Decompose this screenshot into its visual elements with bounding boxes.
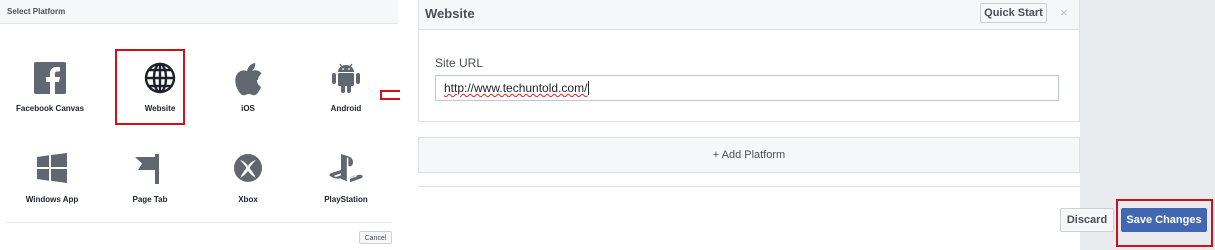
close-icon[interactable]: ×: [1060, 5, 1068, 20]
platform-label: Android: [330, 104, 362, 113]
platform-xbox[interactable]: Xbox: [203, 143, 293, 223]
site-url-input[interactable]: http://www.techuntold.com/​: [435, 75, 1059, 101]
windows-icon: [7, 153, 97, 187]
website-platform-card: Website Quick Start × Site URL http://ww…: [418, 0, 1080, 122]
platform-ios[interactable]: iOS: [203, 52, 293, 132]
platform-playstation[interactable]: PlayStation: [301, 143, 391, 223]
dialog-title: Select Platform: [0, 0, 398, 24]
platform-label: iOS: [241, 104, 255, 113]
platform-label: PlayStation: [324, 195, 368, 204]
save-highlight-box: [1116, 199, 1213, 247]
platform-label: Website: [144, 104, 176, 113]
platform-label: Facebook Canvas: [15, 104, 85, 113]
globe-icon: [115, 62, 205, 96]
card-header: Website Quick Start ×: [419, 0, 1079, 30]
select-platform-dialog: Select Platform Facebook Canvas Website …: [0, 0, 398, 250]
discard-button[interactable]: Discard: [1060, 208, 1114, 232]
platform-page-tab[interactable]: Page Tab: [105, 143, 195, 223]
apple-icon: [203, 62, 293, 96]
playstation-icon: [301, 153, 391, 187]
android-icon: [301, 62, 391, 96]
divider: [6, 222, 392, 223]
site-url-label: Site URL: [435, 56, 484, 70]
cancel-button[interactable]: Cancel: [359, 231, 392, 244]
app-settings-panel: Website Quick Start × Site URL http://ww…: [400, 0, 1215, 250]
xbox-icon: [203, 153, 293, 187]
flag-icon: [105, 153, 195, 187]
platform-label: Xbox: [238, 195, 258, 204]
text-cursor: ​: [588, 81, 590, 95]
add-platform-button[interactable]: + Add Platform: [418, 137, 1080, 173]
platform-website[interactable]: Website: [95, 49, 185, 132]
divider: [418, 186, 1080, 187]
platform-label: Windows App: [25, 195, 79, 204]
site-url-value: http://www.techuntold.com/: [444, 81, 588, 95]
platform-android[interactable]: Android: [301, 52, 391, 132]
facebook-icon: [5, 62, 95, 96]
platform-label: Page Tab: [132, 195, 168, 204]
platform-facebook-canvas[interactable]: Facebook Canvas: [5, 52, 95, 132]
card-title: Website: [425, 6, 475, 21]
quick-start-button[interactable]: Quick Start: [980, 3, 1047, 23]
add-platform-label: + Add Platform: [712, 149, 786, 161]
platform-windows-app[interactable]: Windows App: [7, 143, 97, 223]
